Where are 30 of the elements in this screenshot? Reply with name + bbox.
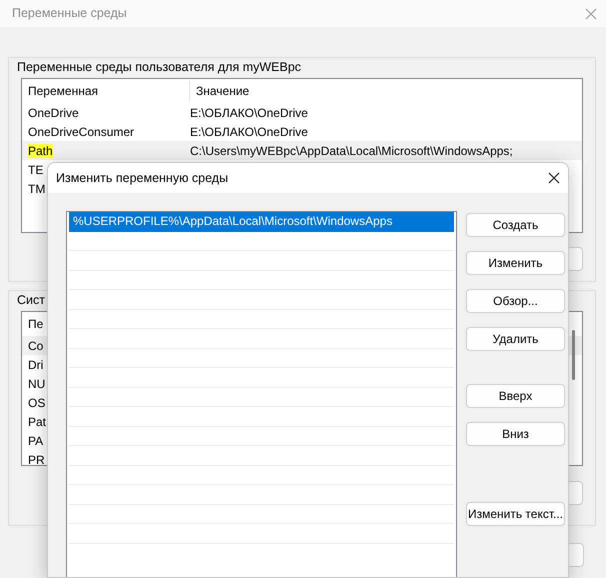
column-header[interactable]: Значение bbox=[190, 81, 250, 101]
list-row[interactable]: Path C:\Users\myWEBpc\AppData\Local\Microsoft\WindowsApps; bbox=[22, 141, 582, 160]
group-legend: Переменные среды пользователя для myWEBpc bbox=[15, 59, 304, 75]
list-cell: OneDriveConsumer bbox=[28, 124, 134, 138]
path-entries-list[interactable]: %USERPROFILE%\AppData\Local\Microsoft\WindowsApps bbox=[66, 211, 457, 577]
path-entry[interactable]: %USERPROFILE%\AppData\Local\Microsoft\WindowsApps bbox=[69, 212, 454, 232]
dialog-button[interactable]: Создать bbox=[466, 213, 565, 237]
column-header[interactable]: Переменная bbox=[22, 81, 190, 101]
dialog-button[interactable]: Изменить текст... bbox=[466, 502, 565, 526]
dialog-button[interactable]: Вверх bbox=[466, 384, 565, 408]
dialog-button[interactable]: Вниз bbox=[466, 422, 565, 446]
dialog-button[interactable]: Обзор... bbox=[466, 289, 565, 313]
list-cell: Co bbox=[28, 338, 44, 352]
window-title: Переменные среды bbox=[12, 5, 127, 22]
list-cell: PR bbox=[28, 452, 45, 465]
list-cell-text: E:\ОБЛАКО\OneDrive bbox=[190, 104, 308, 122]
list-row[interactable]: OneDrive E:\ОБЛАКО\OneDrive bbox=[22, 103, 582, 122]
dialog-button[interactable]: Изменить bbox=[466, 251, 565, 275]
list-cell: OneDrive bbox=[28, 106, 79, 120]
list-row[interactable]: OneDriveConsumer E:\ОБЛАКО\OneDrive bbox=[22, 122, 582, 141]
scrollbar-thumb[interactable] bbox=[572, 330, 575, 380]
list-cell-text: E:\ОБЛАКО\OneDrive bbox=[190, 124, 308, 140]
dialog-button[interactable]: Удалить bbox=[466, 327, 565, 351]
highlighted-text: Path bbox=[28, 144, 53, 158]
dialog-title: Изменить переменную среды bbox=[56, 170, 228, 187]
list-cell-text: C:\Users\myWEBpc\AppData\Local\Microsoft\WindowsApps; bbox=[190, 142, 513, 160]
list-cell: NU bbox=[28, 376, 46, 390]
close-icon[interactable] bbox=[548, 172, 560, 184]
list-cell: Pat bbox=[28, 414, 46, 428]
list-cell: Dri bbox=[28, 358, 44, 372]
